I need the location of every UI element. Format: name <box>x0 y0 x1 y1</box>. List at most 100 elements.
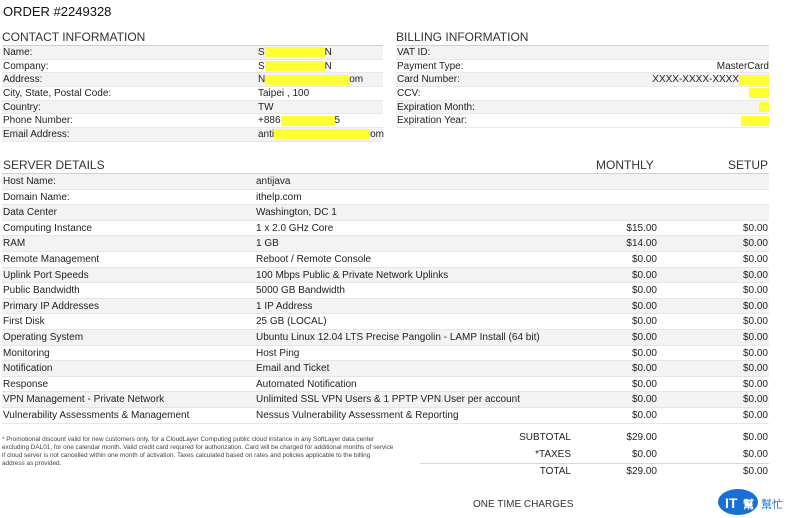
billing-information-section: BILLING INFORMATION VAT ID: Payment Type… <box>396 30 769 129</box>
billing-rows: VAT ID: Payment Type: MasterCard Card Nu… <box>396 46 769 129</box>
server-row: Remote Management Reboot / Remote Console… <box>2 252 769 268</box>
row-monthly: $0.00 <box>631 300 657 312</box>
total-label: *TAXES <box>535 448 571 460</box>
row-value: 100 Mbps Public & Private Network Uplink… <box>256 269 449 281</box>
monthly-column-header: MONTHLY <box>596 158 654 172</box>
row-setup: $0.00 <box>742 300 768 312</box>
totals-section: SUBTOTAL $29.00 $0.00 *TAXES $0.00 $0.00… <box>420 430 769 480</box>
row-monthly: $0.00 <box>631 269 657 281</box>
contact-value: +886 5 <box>258 115 341 127</box>
row-setup: $0.00 <box>742 269 768 281</box>
row-value: Nessus Vulnerability Assessment & Report… <box>256 409 459 421</box>
total-setup: $0.00 <box>742 432 768 443</box>
row-setup: $0.00 <box>742 347 768 359</box>
row-label: Notification <box>3 363 53 375</box>
row-value: Washington, DC 1 <box>256 207 337 219</box>
billing-label: VAT ID: <box>397 47 431 58</box>
row-monthly: $0.00 <box>631 363 657 375</box>
server-row: VPN Management - Private Network Unlimite… <box>2 392 769 408</box>
contact-information-section: CONTACT INFORMATION Name: SN Company: SN… <box>2 30 384 142</box>
row-setup: $0.00 <box>742 222 768 234</box>
row-monthly: $0.00 <box>631 285 657 297</box>
logo-text-cn: 幫 <box>743 497 754 511</box>
redaction-mark <box>264 47 325 58</box>
server-details-section: SERVER DETAILS MONTHLY SETUP Host Name: a… <box>2 158 769 424</box>
row-value: 5000 GB Bandwidth <box>256 285 345 297</box>
row-value: 25 GB (LOCAL) <box>256 316 327 328</box>
billing-value: MasterCard <box>716 60 769 72</box>
contact-value: SN <box>258 60 332 72</box>
logo-text-side: 幫忙 <box>761 497 783 511</box>
server-row: Domain Name: ithelp.com <box>2 190 769 206</box>
subtotal-row: SUBTOTAL $29.00 $0.00 <box>420 430 769 447</box>
one-time-charges-heading: ONE TIME CHARGES <box>473 499 574 510</box>
row-label: RAM <box>3 238 26 250</box>
row-value: Reboot / Remote Console <box>256 253 372 265</box>
redaction-mark <box>265 74 350 85</box>
row-label: Host Name: <box>3 176 56 187</box>
contact-rows: Name: SN Company: SN Address: Nom City, … <box>2 46 384 142</box>
total-setup: $0.00 <box>742 448 768 460</box>
row-label: Uplink Port Speeds <box>3 269 89 281</box>
row-label: Response <box>3 378 49 390</box>
row-monthly: $15.00 <box>626 222 657 234</box>
redaction-mark <box>739 74 769 85</box>
contact-value: Taipei , 100 <box>258 88 310 100</box>
total-label: SUBTOTAL <box>519 432 571 443</box>
row-value: Ubuntu Linux 12.04 LTS Precise Pangolin … <box>256 331 540 343</box>
row-setup: $0.00 <box>742 378 768 390</box>
row-monthly: $0.00 <box>631 378 657 390</box>
server-heading: SERVER DETAILS <box>3 158 105 172</box>
row-setup: $0.00 <box>742 331 768 343</box>
row-monthly: $0.00 <box>631 409 657 421</box>
row-value: Automated Notification <box>256 378 357 390</box>
row-setup: $0.00 <box>742 409 768 421</box>
billing-row-exp-month: Expiration Month: <box>396 100 769 115</box>
row-label: Monitoring <box>3 347 50 359</box>
server-details-header: SERVER DETAILS MONTHLY SETUP <box>2 158 769 174</box>
billing-value <box>741 114 769 128</box>
contact-label: Name: <box>3 47 33 58</box>
row-value: ithelp.com <box>256 191 302 203</box>
redaction-mark <box>749 88 769 99</box>
row-setup: $0.00 <box>742 238 768 250</box>
server-row: Notification Email and Ticket $0.00 $0.00 <box>2 361 769 377</box>
row-value: antijava <box>256 176 291 187</box>
row-label: VPN Management - Private Network <box>3 394 165 406</box>
contact-label: Country: <box>3 101 41 113</box>
billing-value: XXXX-XXXX-XXXX <box>652 73 769 87</box>
server-row: Operating System Ubuntu Linux 12.04 LTS P… <box>2 329 769 346</box>
server-row: Uplink Port Speeds 100 Mbps Public & Priv… <box>2 267 769 284</box>
row-value: 1 x 2.0 GHz Core <box>256 222 334 234</box>
contact-row-email: Email Address: anti om <box>2 128 384 142</box>
row-monthly: $0.00 <box>631 347 657 359</box>
row-setup: $0.00 <box>742 316 768 328</box>
server-row: Primary IP Addresses 1 IP Address $0.00 $0.… <box>2 298 769 315</box>
total-monthly: $0.00 <box>631 448 657 460</box>
contact-value: TW <box>258 101 274 113</box>
row-monthly: $14.00 <box>626 238 657 250</box>
redaction-mark <box>741 115 769 126</box>
row-label: Public Bandwidth <box>3 285 80 297</box>
redaction-mark <box>264 61 325 72</box>
redaction-mark <box>759 102 769 113</box>
total-monthly: $29.00 <box>626 432 657 443</box>
row-monthly: $0.00 <box>631 394 657 406</box>
row-label: Computing Instance <box>3 222 92 234</box>
row-label: Data Center <box>3 207 57 219</box>
contact-row-address: Address: Nom <box>2 73 383 88</box>
row-monthly: $0.00 <box>631 316 657 328</box>
taxes-row: *TAXES $0.00 $0.00 <box>420 447 769 464</box>
row-setup: $0.00 <box>742 285 768 297</box>
contact-label: Company: <box>3 60 49 72</box>
server-row: RAM 1 GB $14.00 $0.00 <box>2 236 769 252</box>
redaction-mark <box>280 115 335 126</box>
row-label: Primary IP Addresses <box>3 300 99 312</box>
row-value: Unlimited SSL VPN Users & 1 PPTP VPN Use… <box>256 394 520 406</box>
row-label: Vulnerability Assessments & Management <box>3 409 190 421</box>
server-row: Response Automated Notification $0.00 $0.00 <box>2 377 769 393</box>
row-setup: $0.00 <box>742 394 768 406</box>
contact-heading: CONTACT INFORMATION <box>2 30 383 46</box>
total-label: TOTAL <box>539 466 571 477</box>
total-row: TOTAL $29.00 $0.00 <box>420 463 769 480</box>
